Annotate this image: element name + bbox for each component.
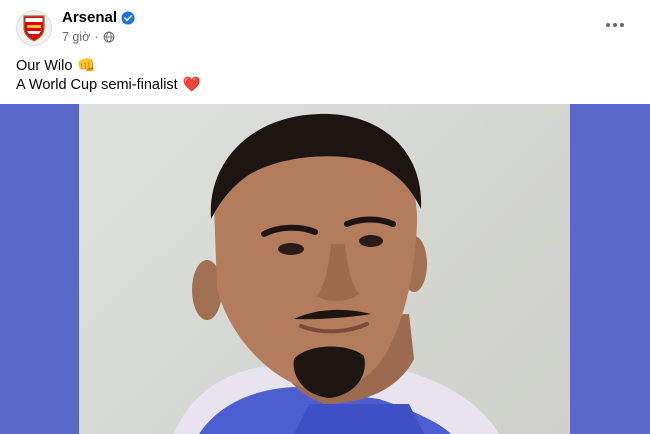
facebook-post: Arsenal 7 giờ · Our Wilo 👊 A World Cup s… xyxy=(0,0,650,434)
author-name: Arsenal xyxy=(62,9,118,26)
arsenal-crest-icon xyxy=(23,15,45,42)
post-text: Our Wilo xyxy=(16,58,73,74)
globe-icon[interactable] xyxy=(103,31,115,43)
post-timestamp[interactable]: 7 giờ xyxy=(62,30,90,44)
more-options-dot xyxy=(613,23,617,27)
arsenal-avatar[interactable] xyxy=(16,10,52,46)
post-text-line-1: Our Wilo 👊 xyxy=(16,57,616,76)
more-options-button[interactable] xyxy=(600,10,630,40)
more-options-icon xyxy=(606,23,610,27)
post-text: A World Cup semi-finalist xyxy=(16,77,178,93)
portrait-photo xyxy=(79,104,570,434)
post-media[interactable] xyxy=(0,104,650,434)
heart-emoji-icon: ❤️ xyxy=(182,77,201,94)
fist-emoji-icon: 👊 xyxy=(77,58,96,75)
post-header: Arsenal 7 giờ · xyxy=(0,0,650,52)
author-link[interactable]: Arsenal xyxy=(62,9,135,26)
meta-separator: · xyxy=(94,30,99,44)
verified-badge-icon xyxy=(121,10,135,25)
player-portrait-image xyxy=(174,113,499,434)
more-options-dot xyxy=(620,23,624,27)
post-message: Our Wilo 👊 A World Cup semi-finalist ❤️ xyxy=(16,57,616,95)
post-text-line-2: A World Cup semi-finalist ❤️ xyxy=(16,76,616,95)
post-meta: 7 giờ · xyxy=(62,30,115,44)
